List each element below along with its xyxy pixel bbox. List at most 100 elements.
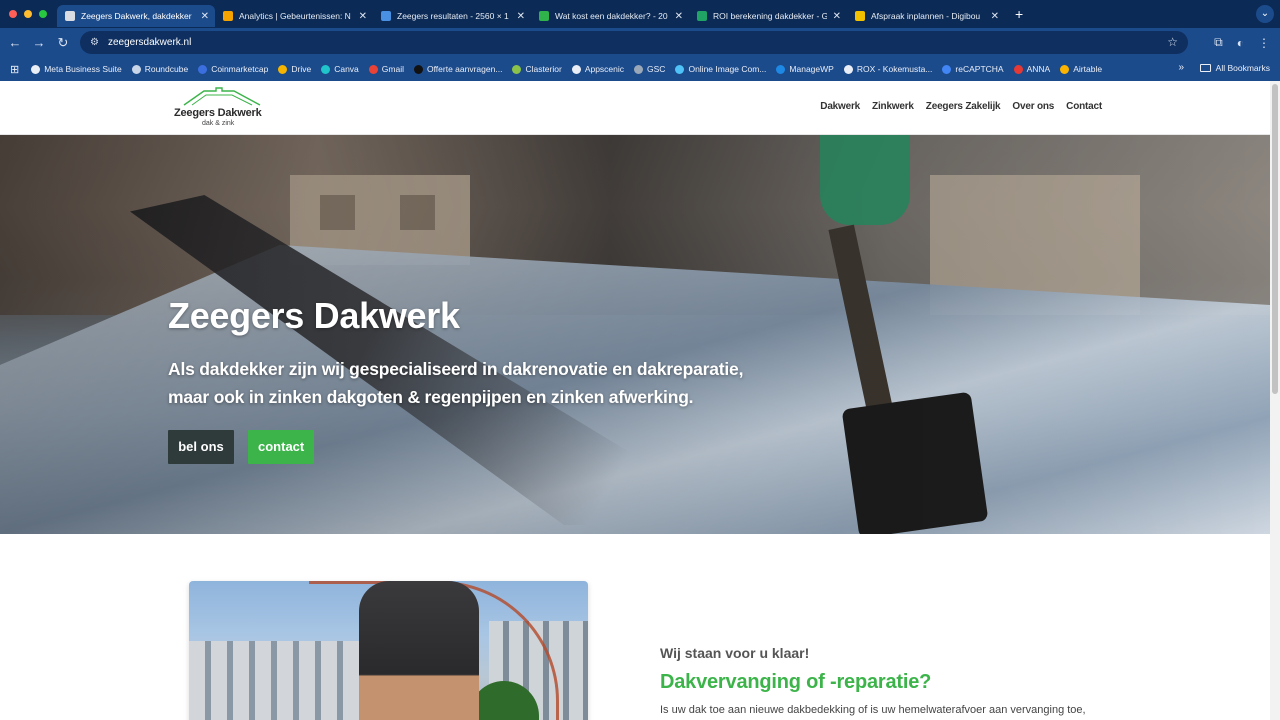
bookmark-item[interactable]: Clasterior xyxy=(512,64,562,74)
section-kicker: Wij staan voor u klaar! xyxy=(660,645,810,661)
bookmark-item[interactable]: Coinmarketcap xyxy=(198,64,268,74)
nav-over-ons[interactable]: Over ons xyxy=(1012,101,1054,112)
bookmark-label: Offerte aanvragen... xyxy=(426,64,503,74)
bookmark-label: reCAPTCHA xyxy=(955,64,1004,74)
bookmark-label: Online Image Com... xyxy=(688,64,767,74)
bookmark-favicon-icon xyxy=(321,64,331,74)
browser-tab[interactable]: ROI berekening dakdekker - G ✕ xyxy=(689,5,847,27)
logo-name: Zeegers Dakwerk xyxy=(174,107,262,119)
profile-icon[interactable]: ◐ xyxy=(1237,36,1244,50)
browser-tab[interactable]: Analytics | Gebeurtenissen: N ✕ xyxy=(215,5,373,27)
tab-close-icon[interactable]: ✕ xyxy=(359,11,367,22)
bookmark-item[interactable]: Roundcube xyxy=(131,64,189,74)
tab-title: Zeegers Dakwerk, dakdekker xyxy=(81,11,192,21)
all-bookmarks-label: All Bookmarks xyxy=(1215,63,1270,73)
nav-contact[interactable]: Contact xyxy=(1066,101,1102,112)
bookmark-favicon-icon xyxy=(1060,64,1070,74)
bookmark-label: Coinmarketcap xyxy=(211,64,269,74)
apps-grid-icon[interactable]: ⊞ xyxy=(10,63,19,76)
bookmark-item[interactable]: Offerte aanvragen... xyxy=(413,64,503,74)
tab-title: Wat kost een dakdekker? - 20 xyxy=(555,11,668,21)
browser-tab[interactable]: Zeegers resultaten - 2560 × 1 ✕ xyxy=(373,5,531,27)
bookmark-item[interactable]: Meta Business Suite xyxy=(31,64,122,74)
folder-icon xyxy=(1199,64,1211,72)
nav-zeegers-zakelijk[interactable]: Zeegers Zakelijk xyxy=(926,101,1001,112)
bookmark-label: Appscenic xyxy=(584,64,625,74)
bookmark-favicon-icon xyxy=(131,64,141,74)
tab-search-menu-button[interactable]: ⌄ xyxy=(1256,5,1274,23)
bookmark-label: Roundcube xyxy=(144,64,189,74)
browser-tab[interactable]: Afspraak inplannen - Digibou ✕ xyxy=(847,5,1005,27)
tab-title: Afspraak inplannen - Digibou xyxy=(871,11,981,21)
hero-description: Als dakdekker zijn wij gespecialiseerd i… xyxy=(168,359,744,407)
browser-toolbar: ← → ↻ ⚙ zeegersdakwerk.nl ☆ ⧉ ◐ ⋮ xyxy=(0,28,1280,57)
bookmark-item[interactable]: Online Image Com... xyxy=(675,64,766,74)
bookmark-item[interactable]: reCAPTCHA xyxy=(942,64,1004,74)
tab-title: ROI berekening dakdekker - G xyxy=(713,11,827,21)
tab-close-icon[interactable]: ✕ xyxy=(991,11,999,22)
photo-worker xyxy=(359,581,479,720)
bookmark-item[interactable]: ROX - Kokemusta... xyxy=(843,64,933,74)
nav-dakwerk[interactable]: Dakwerk xyxy=(820,101,860,112)
call-button[interactable]: bel ons xyxy=(168,430,234,464)
bookmark-item[interactable]: Drive xyxy=(278,64,311,74)
bookmark-item[interactable]: Appscenic xyxy=(571,64,625,74)
window-controls xyxy=(9,10,57,18)
tab-list: Zeegers Dakwerk, dakdekker ✕ Analytics | G… xyxy=(57,0,1005,28)
all-bookmarks-button[interactable]: All Bookmarks xyxy=(1199,63,1270,73)
bookmark-label: Canva xyxy=(334,64,359,74)
bookmark-favicon-icon xyxy=(413,64,423,74)
roof-logo-icon xyxy=(183,87,261,106)
extensions-icon[interactable]: ⧉ xyxy=(1214,35,1223,50)
bookmark-item[interactable]: Canva xyxy=(321,64,359,74)
tab-close-icon[interactable]: ✕ xyxy=(517,11,525,22)
more-bookmarks-button[interactable]: » xyxy=(1178,62,1184,73)
browser-tab[interactable]: Wat kost een dakdekker? - 20 ✕ xyxy=(531,5,689,27)
browser-tab[interactable]: Zeegers Dakwerk, dakdekker ✕ xyxy=(57,5,215,27)
forward-button[interactable]: → xyxy=(27,35,51,50)
bookmark-favicon-icon xyxy=(198,64,208,74)
bookmark-item[interactable]: Airtable xyxy=(1060,64,1102,74)
maximize-window-button[interactable] xyxy=(39,10,47,18)
tab-favicon-icon xyxy=(381,11,391,21)
back-button[interactable]: ← xyxy=(3,35,27,50)
browser-menu-icon[interactable]: ⋮ xyxy=(1258,36,1270,50)
bookmark-label: ManageWP xyxy=(789,64,834,74)
hero-section: Zeegers Dakwerk Als dakdekker zijn wij g… xyxy=(0,135,1270,534)
contact-button[interactable]: contact xyxy=(248,430,314,464)
bookmark-list: Meta Business Suite Roundcube Coinmarketca… xyxy=(31,64,1112,74)
new-tab-button[interactable]: + xyxy=(1015,6,1023,22)
bookmark-item[interactable]: ManageWP xyxy=(776,64,834,74)
toolbar-right-group: ⧉ ◐ ⋮ xyxy=(1214,28,1280,57)
bookmark-label: ANNA xyxy=(1026,64,1051,74)
bookmark-item[interactable]: ANNA xyxy=(1013,64,1051,74)
tab-title: Zeegers resultaten - 2560 × 1 xyxy=(397,11,509,21)
bookmark-favicon-icon xyxy=(278,64,288,74)
tab-close-icon[interactable]: ✕ xyxy=(201,11,209,22)
minimize-window-button[interactable] xyxy=(24,10,32,18)
scrollbar-thumb[interactable] xyxy=(1272,84,1278,394)
bookmark-favicon-icon xyxy=(1013,64,1023,74)
section-title: Dakvervanging of -reparatie? xyxy=(660,671,932,693)
tab-close-icon[interactable]: ✕ xyxy=(675,11,683,22)
bookmark-favicon-icon xyxy=(843,64,853,74)
hero-title: Zeegers Dakwerk xyxy=(168,295,460,336)
site-info-icon[interactable]: ⚙ xyxy=(90,37,99,48)
bookmark-star-icon[interactable]: ☆ xyxy=(1167,35,1178,49)
bookmark-favicon-icon xyxy=(571,64,581,74)
close-window-button[interactable] xyxy=(9,10,17,18)
reload-button[interactable]: ↻ xyxy=(51,35,75,51)
site-logo[interactable]: Zeegers Dakwerk dak & zink xyxy=(172,87,272,131)
address-text: zeegersdakwerk.nl xyxy=(107,37,192,48)
browser-tab-strip: Zeegers Dakwerk, dakdekker ✕ Analytics | G… xyxy=(0,0,1280,28)
address-bar[interactable]: ⚙ zeegersdakwerk.nl ☆ xyxy=(80,31,1188,54)
bookmark-label: ROX - Kokemusta... xyxy=(856,64,933,74)
bookmark-label: Clasterior xyxy=(525,64,562,74)
bookmark-item[interactable]: Gmail xyxy=(368,64,404,74)
nav-zinkwerk[interactable]: Zinkwerk xyxy=(872,101,914,112)
bookmark-label: Meta Business Suite xyxy=(44,64,122,74)
tab-close-icon[interactable]: ✕ xyxy=(833,11,841,22)
roofer-photo xyxy=(189,581,588,720)
bookmark-item[interactable]: GSC xyxy=(634,64,665,74)
bookmark-favicon-icon xyxy=(31,64,41,74)
